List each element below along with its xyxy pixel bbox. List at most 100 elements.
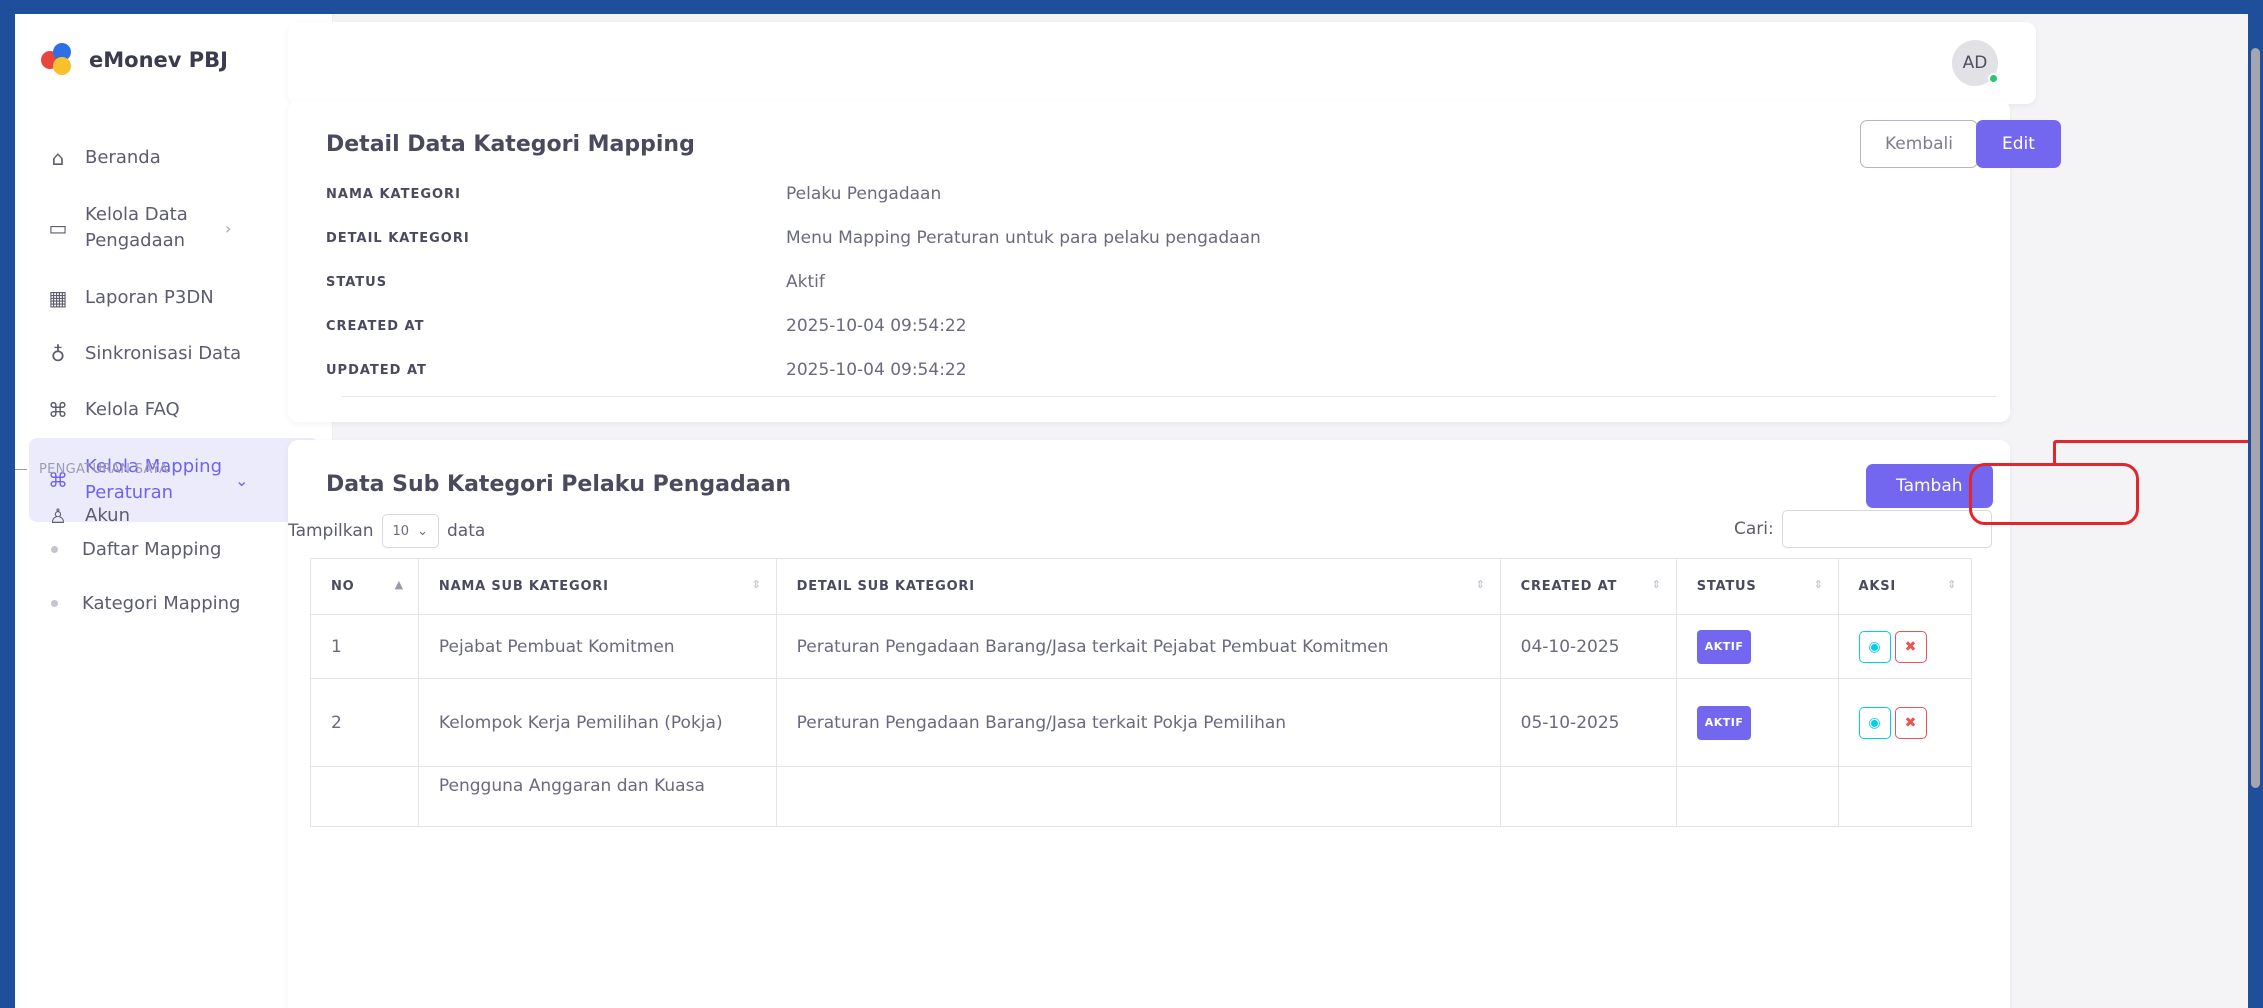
cell-status: AKTIF: [1675, 614, 1839, 679]
section-divider: [15, 469, 27, 470]
delete-button[interactable]: ✖: [1894, 706, 1927, 739]
cell-created: 04-10-2025: [1499, 614, 1677, 679]
command-icon: ⌘: [48, 398, 68, 422]
sidebar-item-beranda[interactable]: ⌂ Beranda: [29, 130, 319, 186]
cell-created: [1499, 766, 1677, 827]
page-length-select[interactable]: 10 ⌄: [381, 514, 439, 548]
view-button[interactable]: ◉: [1858, 630, 1891, 663]
page-length-control: Tampilkan 10 ⌄ data: [288, 514, 485, 548]
column-header-no[interactable]: NO ▲: [310, 558, 419, 615]
callout-line: [2056, 440, 2261, 443]
detail-row-detail-kategori: DETAIL KATEGORI Menu Mapping Peraturan u…: [326, 216, 1996, 260]
delete-button[interactable]: ✖: [1894, 630, 1927, 663]
detail-value: Pelaku Pengadaan: [786, 184, 942, 204]
sidebar-item-sinkronisasi-data[interactable]: ♁ Sinkronisasi Data: [29, 326, 319, 382]
column-header-created-at[interactable]: CREATED AT ⇕: [1499, 558, 1677, 615]
detail-value: Menu Mapping Peraturan untuk para pelaku…: [786, 228, 1261, 248]
column-header-label: STATUS: [1696, 579, 1757, 594]
detail-key: STATUS: [326, 274, 388, 290]
cell-actions: [1837, 766, 1973, 827]
column-header-label: NO: [331, 579, 355, 594]
column-header-label: AKSI: [1858, 579, 1897, 594]
sort-icon: ⇕: [1475, 578, 1486, 591]
detail-key: DETAIL KATEGORI: [326, 230, 470, 246]
column-header-nama-sub-kategori[interactable]: NAMA SUB KATEGORI ⇕: [417, 558, 777, 615]
scrollbar-thumb[interactable]: [2251, 48, 2260, 788]
cell-detail: Peraturan Pengadaan Barang/Jasa terkait …: [775, 614, 1501, 679]
cell-no: 1: [310, 614, 419, 679]
table-row: Pengguna Anggaran dan Kuasa: [310, 766, 1973, 827]
back-button[interactable]: Kembali: [1860, 120, 1978, 168]
detail-key: NAMA KATEGORI: [326, 186, 461, 202]
table-row: 1 Pejabat Pembuat Komitmen Peraturan Pen…: [310, 614, 1973, 679]
cell-detail: [775, 766, 1501, 827]
sync-icon: ♁: [50, 342, 66, 366]
page-length-value: 10: [392, 523, 410, 539]
sidebar-item-label: Kelola Data Pengadaan: [85, 204, 188, 251]
sort-icon: ⇕: [1946, 578, 1957, 591]
sidebar-item-laporan-p3dn[interactable]: ▦ Laporan P3DN ›: [29, 270, 319, 326]
detail-card: Detail Data Kategori Mapping Kembali Edi…: [288, 100, 2061, 422]
column-header-label: NAMA SUB KATEGORI: [438, 579, 609, 594]
detail-row-nama-kategori: NAMA KATEGORI Pelaku Pengadaan: [326, 172, 1996, 216]
callout-line: [2053, 440, 2056, 464]
sidebar-item-kelola-faq[interactable]: ⌘ Kelola FAQ ›: [29, 382, 319, 438]
column-header-detail-sub-kategori[interactable]: DETAIL SUB KATEGORI ⇕: [775, 558, 1501, 615]
sort-icon: ▲: [394, 578, 404, 591]
cell-detail: Peraturan Pengadaan Barang/Jasa terkait …: [775, 678, 1501, 767]
home-icon: ⌂: [51, 146, 65, 170]
sidebar-item-kelola-data-pengadaan[interactable]: ▭ Kelola Data Pengadaan ›: [29, 186, 319, 270]
sidebar-akun: ♙ Akun ›: [29, 488, 319, 544]
search-input[interactable]: [1781, 510, 1992, 548]
cell-actions: ◉ ✖: [1837, 678, 1973, 767]
eye-icon: ◉: [1868, 714, 1881, 731]
column-header-status[interactable]: STATUS ⇕: [1675, 558, 1839, 615]
sort-icon: ⇕: [1651, 578, 1662, 591]
table-row: 2 Kelompok Kerja Pemilihan (Pokja) Perat…: [310, 678, 1973, 767]
app-window: eMonev PBJ ⌂ Beranda ▭ Kelola Data Penga…: [15, 14, 2263, 1008]
sidebar-item-akun[interactable]: ♙ Akun ›: [29, 488, 319, 544]
show-label: Tampilkan: [288, 521, 374, 541]
user-icon: ♙: [49, 504, 67, 528]
cell-name: Kelompok Kerja Pemilihan (Pokja): [417, 678, 777, 767]
sidebar-item-label: Akun: [85, 505, 130, 526]
sidebar-subitem-kategori-mapping[interactable]: Kategori Mapping: [29, 576, 319, 630]
view-button[interactable]: ◉: [1858, 706, 1891, 739]
cell-no: 2: [310, 678, 419, 767]
table-header-row: NO ▲ NAMA SUB KATEGORI ⇕ DETAIL SUB KATEGO…: [310, 558, 1973, 615]
detail-row-status: STATUS Aktif: [326, 260, 1996, 304]
trash-icon: ✖: [1904, 714, 1917, 731]
detail-value: 2025-10-04 09:54:22: [786, 360, 967, 380]
brand-logo-icon: [41, 43, 75, 77]
sidebar: eMonev PBJ ⌂ Beranda ▭ Kelola Data Penga…: [15, 14, 333, 1008]
edit-button[interactable]: Edit: [1976, 120, 2061, 168]
sidebar-item-label: Sinkronisasi Data: [85, 343, 242, 364]
column-header-aksi[interactable]: AKSI ⇕: [1837, 558, 1973, 615]
cell-actions: ◉ ✖: [1837, 614, 1973, 679]
chevron-right-icon: ›: [225, 218, 232, 238]
section-label-text: PENGATURAN SAYA: [39, 462, 169, 477]
cell-status: AKTIF: [1675, 678, 1839, 767]
column-header-label: CREATED AT: [1520, 579, 1618, 594]
avatar-initials: AD: [1962, 53, 1988, 73]
data-label: data: [446, 521, 486, 541]
cell-no: [310, 766, 419, 827]
brand[interactable]: eMonev PBJ: [41, 40, 228, 80]
trash-icon: ✖: [1904, 638, 1917, 655]
avatar[interactable]: AD: [1952, 40, 1999, 86]
sub-category-title: Data Sub Kategori Pelaku Pengadaan: [326, 472, 792, 497]
sidebar-item-label: Kelola FAQ: [85, 399, 180, 420]
detail-divider: [342, 396, 1996, 397]
sort-icon: ⇕: [1813, 578, 1824, 591]
column-header-label: DETAIL SUB KATEGORI: [796, 579, 975, 594]
detail-title: Detail Data Kategori Mapping: [326, 132, 695, 157]
bullet-icon: [51, 545, 58, 553]
brand-name: eMonev PBJ: [89, 48, 228, 72]
cell-name: Pejabat Pembuat Komitmen: [417, 614, 777, 679]
status-badge: AKTIF: [1696, 705, 1752, 740]
sort-icon: ⇕: [751, 578, 762, 591]
sidebar-item-label: Laporan P3DN: [85, 287, 214, 308]
section-label: PENGATURAN SAYA: [15, 462, 168, 477]
detail-row-updated-at: UPDATED AT 2025-10-04 09:54:22: [326, 348, 1996, 392]
sidebar-nav: ⌂ Beranda ▭ Kelola Data Pengadaan › ▦ La…: [29, 130, 319, 630]
